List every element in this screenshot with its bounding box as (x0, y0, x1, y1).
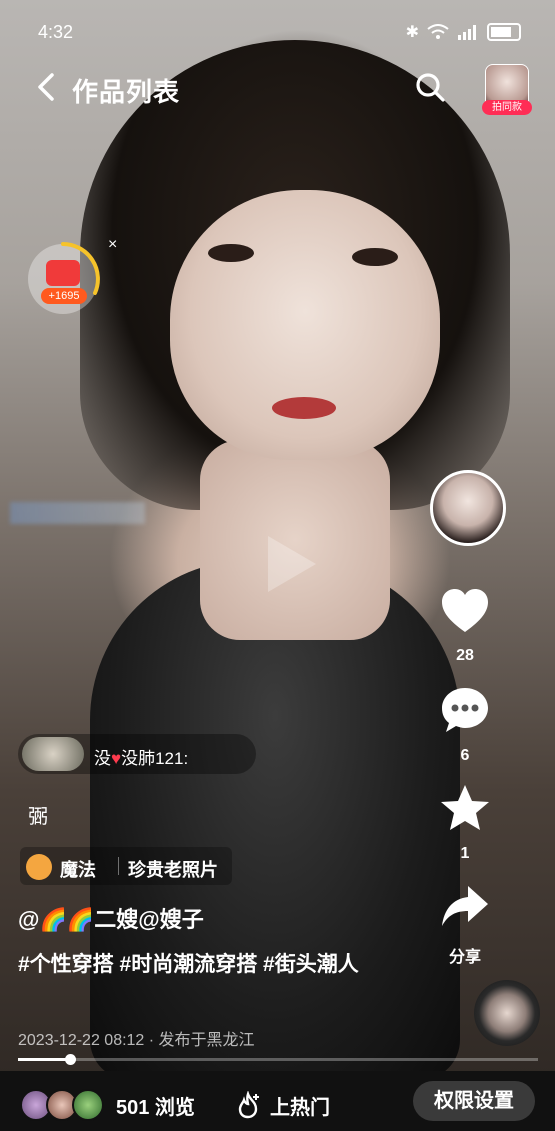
comment-icon (442, 688, 488, 732)
author-name[interactable]: @🌈🌈二嫂@嫂子 (18, 902, 204, 934)
comment-count: 6 (460, 747, 470, 764)
same-style-tag: 拍同款 (482, 100, 532, 115)
search-icon[interactable] (413, 70, 447, 104)
promote-label[interactable]: 上热门 (270, 1091, 330, 1120)
divider (118, 857, 119, 875)
video-subject-eye-right (352, 248, 398, 266)
status-bar: 4:32 ✱ (0, 0, 555, 62)
signal-icon (458, 25, 476, 40)
progress-fill (18, 1058, 70, 1061)
progress-knob[interactable] (65, 1054, 76, 1065)
blurred-text (10, 502, 145, 524)
bottom-bar: 501 浏览 上热门 权限设置 (0, 1071, 555, 1131)
commenter-thumbnail (22, 737, 84, 771)
status-time: 4:32 (38, 22, 74, 42)
share-button[interactable]: 分享 (433, 880, 497, 967)
creator-avatar[interactable] (430, 470, 506, 546)
magic-face-icon (26, 854, 52, 880)
bluetooth-icon: ✱ (405, 24, 419, 41)
star-icon (441, 785, 489, 830)
comment-preview[interactable]: 没♥没肺121: (18, 734, 256, 774)
playback-progress[interactable] (18, 1054, 538, 1065)
close-icon[interactable]: × (108, 236, 117, 254)
video-subject-eye-left (208, 244, 254, 262)
favorite-button[interactable]: 1 (433, 782, 497, 863)
top-bar: 作品列表 拍同款 (0, 60, 555, 116)
red-packet-icon (46, 260, 80, 286)
page-title: 作品列表 (72, 77, 181, 107)
effect-name: 珍贵老照片 (128, 860, 218, 880)
flame-icon (238, 1091, 259, 1119)
heart-emoji-icon: ♥ (111, 749, 122, 768)
same-style-avatar-button[interactable]: 拍同款 (482, 64, 532, 115)
share-label: 分享 (448, 949, 481, 966)
view-count[interactable]: 501 浏览 (116, 1091, 195, 1120)
like-count: 28 (456, 647, 474, 664)
chevron-left-icon[interactable] (30, 70, 64, 104)
red-packet-widget[interactable]: +1695 (28, 242, 100, 314)
play-icon[interactable] (248, 524, 328, 604)
permission-settings-button[interactable]: 权限设置 (413, 1081, 535, 1121)
video-subject-lips (272, 397, 336, 419)
heart-icon (442, 589, 488, 632)
comment-text: 没♥没肺121: (94, 749, 189, 768)
effect-label: 魔法 (60, 860, 96, 880)
video-screen[interactable]: 4:32 ✱ 作品列表 拍同款 +1695 × 28 6 1 分享 没♥没肺12… (0, 0, 555, 1131)
hashtags[interactable]: #个性穿搭 #时尚潮流穿搭 #街头潮人 (18, 948, 388, 982)
red-packet-count: +1695 (41, 288, 87, 304)
comment-button[interactable]: 6 (433, 684, 497, 765)
effect-tag[interactable]: 魔法 珍贵老照片 (20, 847, 232, 885)
like-button[interactable]: 28 (433, 584, 497, 665)
battery-icon (487, 23, 521, 41)
viewer-avatar[interactable] (72, 1089, 104, 1121)
favorite-count: 1 (460, 845, 470, 862)
status-icons: ✱ (406, 22, 521, 42)
comment-glyph: 弻 (28, 806, 48, 828)
share-icon (442, 886, 488, 926)
wifi-icon (427, 24, 449, 39)
music-disc[interactable] (474, 980, 540, 1046)
video-subject-face (170, 190, 440, 460)
post-date: 2023-12-22 08:12 · 发布于黑龙江 (18, 1032, 255, 1049)
